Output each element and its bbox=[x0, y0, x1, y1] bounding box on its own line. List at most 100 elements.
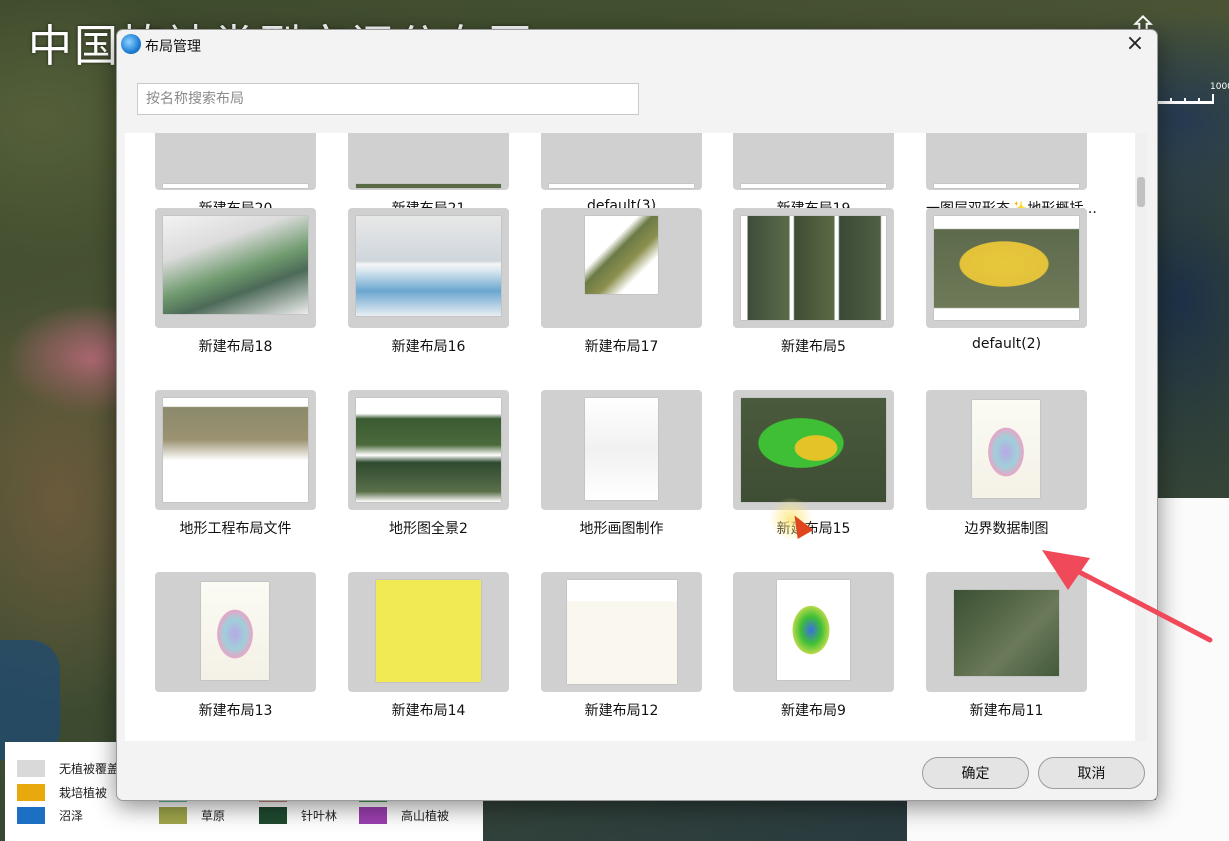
layout-thumbnail[interactable] bbox=[348, 390, 509, 510]
legend-swatch bbox=[17, 807, 45, 824]
layout-thumbnail[interactable] bbox=[155, 133, 316, 190]
legend-swatch bbox=[259, 807, 287, 824]
map-inset-bottom bbox=[907, 800, 1157, 841]
scrollbar-thumb[interactable] bbox=[1137, 177, 1145, 207]
layout-preview-image bbox=[163, 184, 308, 188]
layout-name: 新建布局13 bbox=[198, 703, 273, 719]
layout-tile[interactable]: 地形画图制作 bbox=[541, 390, 702, 538]
layout-name: 边界数据制图 bbox=[964, 521, 1049, 537]
layout-thumbnail[interactable] bbox=[733, 572, 894, 692]
layout-preview-image bbox=[201, 582, 269, 680]
layout-tile[interactable]: default(3) bbox=[541, 133, 702, 214]
layout-tile[interactable]: 新建布局17 bbox=[541, 208, 702, 356]
layout-name: 新建布局14 bbox=[391, 703, 466, 719]
legend-item: 栽培植被 bbox=[17, 784, 107, 801]
layout-name: 新建布局16 bbox=[391, 339, 466, 355]
layout-name: 新建布局11 bbox=[969, 703, 1044, 719]
layout-preview-image bbox=[777, 580, 850, 680]
layout-thumbnail[interactable] bbox=[348, 133, 509, 190]
scale-bar bbox=[1156, 86, 1216, 104]
legend-label: 沼泽 bbox=[59, 809, 84, 823]
legend-item: 草原 bbox=[159, 807, 225, 824]
layout-name: 地形画图制作 bbox=[579, 521, 664, 537]
layout-tile[interactable]: 新建布局13 bbox=[155, 572, 316, 720]
layout-thumbnail[interactable] bbox=[541, 572, 702, 692]
layout-preview-image bbox=[549, 184, 694, 188]
layout-thumbnail[interactable] bbox=[155, 390, 316, 510]
layout-tile[interactable]: 新建布局20 bbox=[155, 133, 316, 218]
legend-label: 草原 bbox=[201, 809, 226, 823]
layout-preview-image bbox=[972, 400, 1040, 498]
layout-thumbnail[interactable] bbox=[541, 208, 702, 328]
layout-preview-image bbox=[585, 216, 658, 294]
layout-name: 新建布局5 bbox=[781, 339, 846, 355]
layout-preview-image bbox=[934, 216, 1079, 320]
legend-swatch bbox=[17, 784, 45, 801]
layout-tile[interactable]: 地形图全景2 bbox=[348, 390, 509, 538]
layout-name: 地形工程布局文件 bbox=[179, 521, 292, 537]
layout-preview-image bbox=[376, 580, 481, 682]
layout-thumbnail[interactable] bbox=[733, 390, 894, 510]
annotation-arrow-icon bbox=[1042, 550, 1213, 643]
app-logo-icon bbox=[121, 34, 141, 54]
layout-preview-image bbox=[741, 216, 886, 320]
legend-label: 针叶林 bbox=[301, 809, 338, 823]
layout-tile[interactable]: 新建布局16 bbox=[348, 208, 509, 356]
layout-thumbnail[interactable] bbox=[155, 572, 316, 692]
layout-preview-image bbox=[163, 398, 308, 502]
legend-swatch bbox=[359, 807, 387, 824]
layout-preview-image bbox=[356, 184, 501, 188]
layout-preview-image bbox=[356, 398, 501, 502]
layout-tile[interactable]: 新建布局21 bbox=[348, 133, 509, 218]
layout-tile[interactable]: 边界数据制图 bbox=[926, 390, 1087, 538]
layout-thumbnail[interactable] bbox=[926, 208, 1087, 328]
layout-preview-image bbox=[934, 184, 1079, 188]
layout-name: 地形图全景2 bbox=[389, 521, 468, 537]
layout-tile[interactable]: 新建布局18 bbox=[155, 208, 316, 356]
layout-thumbnail[interactable] bbox=[926, 390, 1087, 510]
legend-item: 沼泽 bbox=[17, 807, 83, 824]
layout-tile[interactable]: 新建布局19 bbox=[733, 133, 894, 218]
layout-manager-dialog: 布局管理 × 新建布局20 新建布局21 default(3) 新建布局19 一图层双形… bbox=[116, 29, 1158, 801]
layout-thumbnail[interactable] bbox=[733, 133, 894, 190]
layout-grid: 新建布局20 新建布局21 default(3) 新建布局19 一图层双形态✨地形概括.… bbox=[125, 133, 1146, 741]
layout-thumbnail[interactable] bbox=[926, 133, 1087, 190]
layout-thumbnail[interactable] bbox=[733, 208, 894, 328]
layout-name: default(2) bbox=[971, 336, 1042, 352]
layout-tile[interactable]: 新建布局9 bbox=[733, 572, 894, 720]
layout-thumbnail[interactable] bbox=[541, 390, 702, 510]
dialog-title: 布局管理 bbox=[145, 39, 201, 55]
layout-tile[interactable]: 新建布局12 bbox=[541, 572, 702, 720]
search-input[interactable] bbox=[137, 83, 639, 115]
layout-tile[interactable]: default(2) bbox=[926, 208, 1087, 352]
cancel-button[interactable]: 取消 bbox=[1038, 757, 1145, 789]
layout-name: 新建布局9 bbox=[781, 703, 846, 719]
legend-item: 无植被覆盖 bbox=[17, 760, 119, 777]
layout-tile[interactable]: 一图层双形态✨地形概括... bbox=[926, 133, 1097, 218]
layout-thumbnail[interactable] bbox=[155, 208, 316, 328]
layout-thumbnail[interactable] bbox=[348, 208, 509, 328]
layout-name: 新建布局18 bbox=[198, 339, 273, 355]
layout-tile[interactable]: 新建布局5 bbox=[733, 208, 894, 356]
layout-preview-image bbox=[741, 398, 886, 502]
layout-tile[interactable]: 新建布局15 bbox=[733, 390, 894, 538]
legend-label: 无植被覆盖 bbox=[59, 762, 120, 776]
legend-label: 栽培植被 bbox=[59, 786, 108, 800]
layout-thumbnail[interactable] bbox=[348, 572, 509, 692]
layout-preview-image bbox=[163, 216, 308, 314]
layout-preview-image bbox=[741, 184, 886, 188]
legend-label: 高山植被 bbox=[401, 809, 450, 823]
legend-item: 针叶林 bbox=[259, 807, 337, 824]
layout-name: 新建布局12 bbox=[584, 703, 659, 719]
legend-item: 高山植被 bbox=[359, 807, 449, 824]
close-button[interactable]: × bbox=[1119, 31, 1151, 59]
ok-button[interactable]: 确定 bbox=[922, 757, 1029, 789]
layout-preview-image bbox=[567, 580, 677, 684]
layout-tile[interactable]: 地形工程布局文件 bbox=[155, 390, 316, 538]
layout-thumbnail[interactable] bbox=[541, 133, 702, 190]
layout-preview-image bbox=[356, 216, 501, 316]
legend-swatch bbox=[159, 807, 187, 824]
layout-tile[interactable]: 新建布局14 bbox=[348, 572, 509, 720]
layout-preview-image bbox=[585, 398, 658, 500]
dialog-titlebar: 布局管理 × bbox=[117, 30, 1157, 60]
